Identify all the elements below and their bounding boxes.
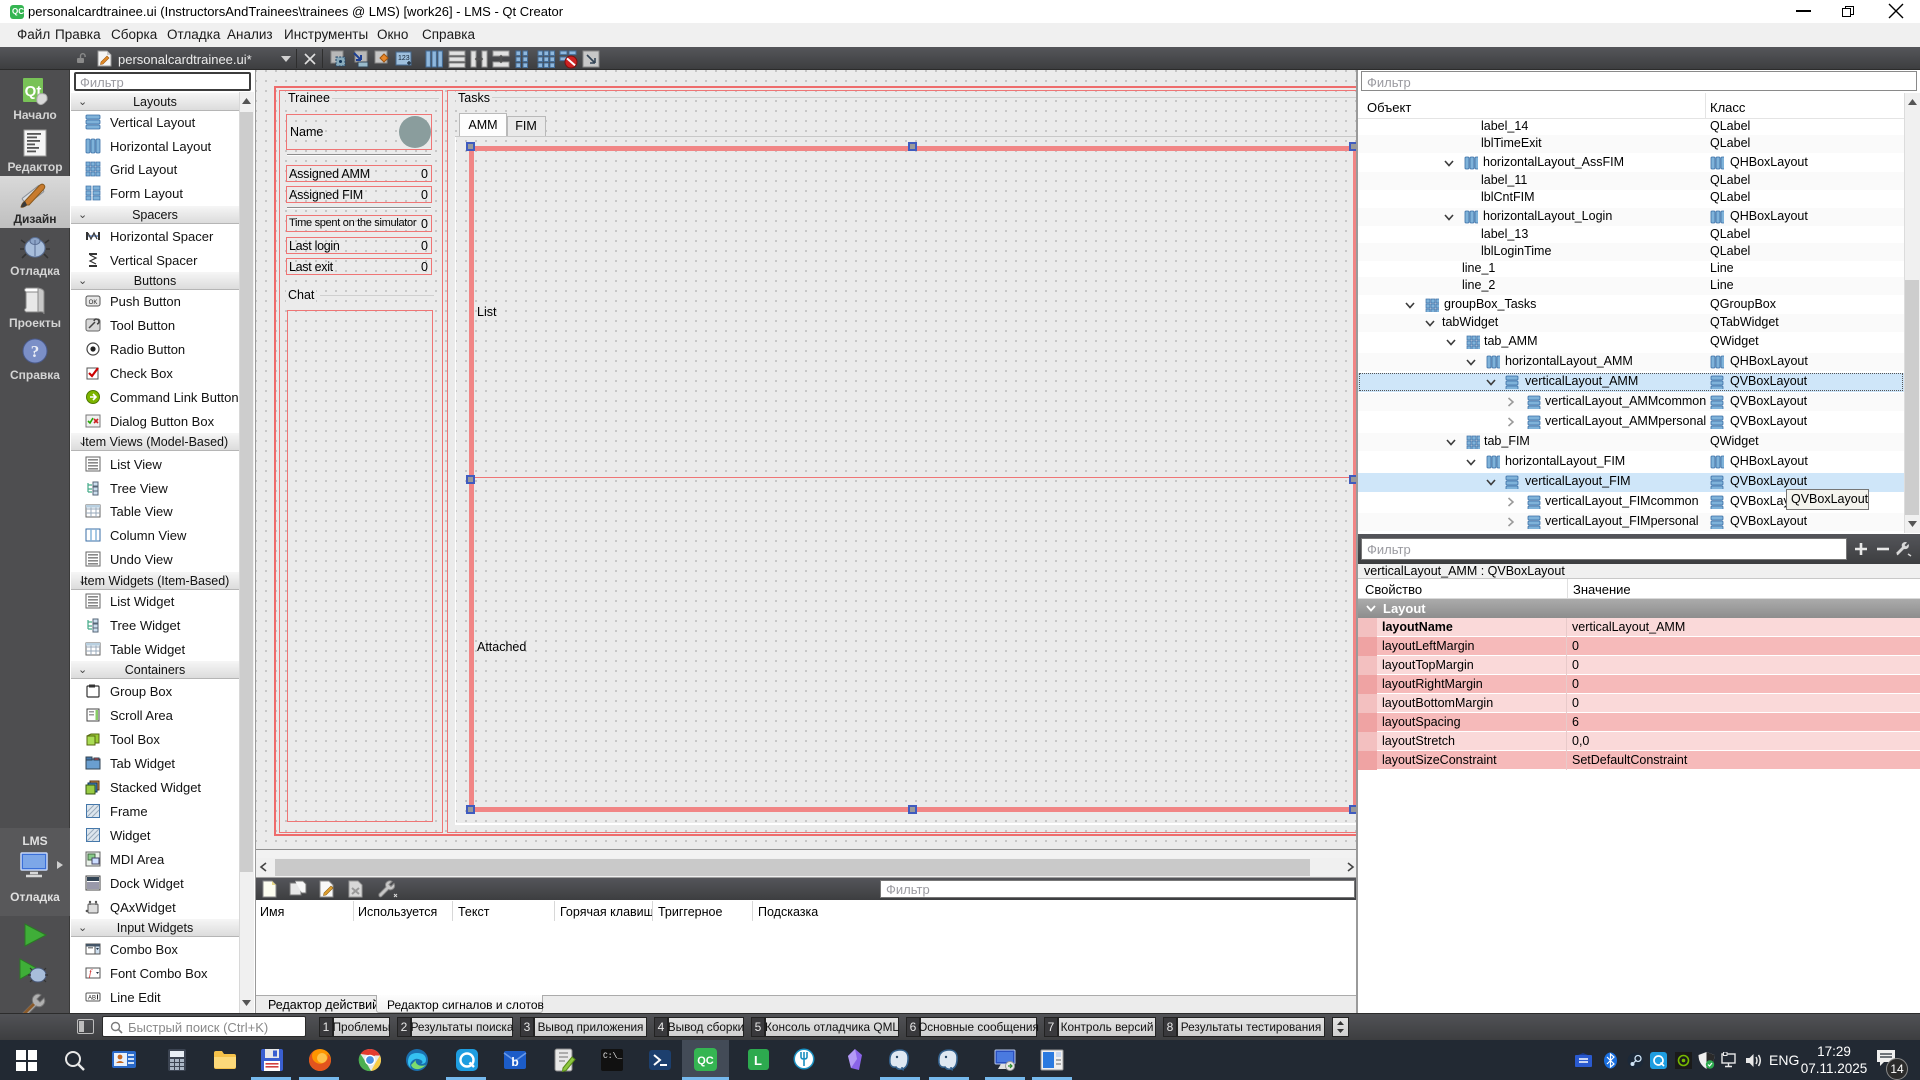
svg-text:C:\_: C:\_ xyxy=(603,1052,622,1061)
svg-text:123: 123 xyxy=(398,55,410,62)
svg-text:L: L xyxy=(754,1053,762,1068)
svg-text:AB: AB xyxy=(88,996,96,1002)
svg-text:b: b xyxy=(511,1055,518,1069)
svg-text:?: ? xyxy=(31,342,40,361)
svg-text:OK: OK xyxy=(89,300,98,306)
svg-text:QC: QC xyxy=(697,1055,714,1067)
